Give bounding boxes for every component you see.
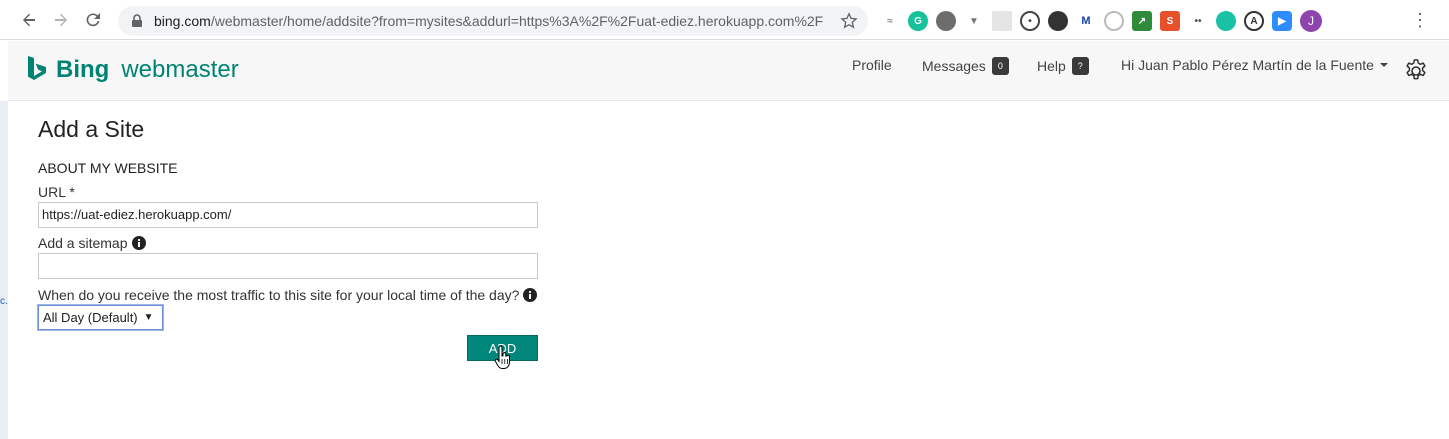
logo-brand-text: Bing: [56, 56, 110, 83]
extension-icon[interactable]: S: [1160, 11, 1180, 31]
help-badge: ?: [1071, 57, 1089, 75]
extension-icon[interactable]: ≈: [880, 11, 900, 31]
extension-icon[interactable]: [936, 11, 956, 31]
nav-help-label: Help: [1037, 58, 1066, 74]
zoom-icon[interactable]: ▶: [1272, 11, 1292, 31]
lock-icon: [132, 14, 142, 27]
browser-toolbar: bing.com/webmaster/home/addsite?from=mys…: [0, 0, 1449, 40]
logo-product-text: webmaster: [121, 56, 239, 83]
extension-icon[interactable]: ▼: [964, 11, 984, 31]
extension-icon[interactable]: [1104, 11, 1124, 31]
hand-cursor-icon: [494, 345, 510, 369]
sitemap-label: Add a sitemap: [38, 235, 146, 251]
arrow-left-icon: [23, 13, 35, 26]
left-window-edge: [0, 101, 8, 439]
grammarly-icon[interactable]: G: [908, 11, 928, 31]
url-input[interactable]: https://uat-ediez.herokuapp.com/: [38, 202, 538, 228]
url-label: URL *: [38, 184, 75, 200]
section-heading: ABOUT MY WEBSITE: [38, 160, 178, 176]
gear-icon[interactable]: [1403, 58, 1429, 84]
bing-logo-icon: [28, 56, 46, 80]
profile-avatar[interactable]: J: [1300, 10, 1322, 32]
forward-button[interactable]: [46, 5, 76, 35]
main-content: Add a Site: [38, 116, 558, 143]
extension-icon[interactable]: [1216, 11, 1236, 31]
reload-button[interactable]: [78, 5, 108, 35]
extension-icon[interactable]: M: [1076, 11, 1096, 31]
url-text: bing.com/webmaster/home/addsite?from=mys…: [154, 13, 824, 29]
user-greeting: Hi Juan Pablo Pérez Martín de la Fuente: [1121, 57, 1374, 73]
nav-profile-link[interactable]: Profile: [852, 57, 892, 73]
info-icon[interactable]: [131, 236, 146, 250]
sitemap-input[interactable]: [38, 253, 538, 279]
extension-icon[interactable]: [992, 11, 1012, 31]
page-title: Add a Site: [38, 116, 145, 142]
nav-messages-label: Messages: [922, 58, 986, 74]
dropdown-arrow-icon: ▼: [143, 312, 154, 323]
nav-profile-label: Profile: [852, 57, 892, 73]
messages-count-badge: 0: [991, 57, 1009, 75]
extensions-bar: ≈ G ▼ • M ↗ S •• A ▶ J: [880, 8, 1322, 34]
info-icon[interactable]: [523, 288, 538, 302]
site-header: Bing webmaster Profile Messages 0 Help ?…: [8, 41, 1449, 101]
traffic-time-select[interactable]: All Day (Default) ▼: [38, 305, 163, 330]
browser-menu-icon[interactable]: ⋮: [1410, 10, 1430, 32]
dark-mode-icon[interactable]: [1048, 11, 1068, 31]
url-label-text: URL *: [38, 184, 75, 200]
extension-icon[interactable]: ↗: [1132, 11, 1152, 31]
nav-help-link[interactable]: Help ?: [1037, 57, 1089, 75]
traffic-label-text: When do you receive the most traffic to …: [38, 287, 520, 303]
left-edge-glyph: c.: [0, 296, 8, 307]
address-bar[interactable]: bing.com/webmaster/home/addsite?from=mys…: [118, 6, 868, 36]
traffic-label: When do you receive the most traffic to …: [38, 287, 538, 303]
arrow-right-icon: [55, 13, 67, 26]
bing-webmaster-logo[interactable]: Bing webmaster: [26, 55, 239, 85]
extension-icon[interactable]: A: [1244, 11, 1264, 31]
traffic-selected-value: All Day (Default): [43, 310, 138, 325]
chevron-down-icon: [1379, 63, 1388, 67]
nav-messages-link[interactable]: Messages 0: [922, 57, 1009, 75]
back-button[interactable]: [14, 5, 44, 35]
extension-icon[interactable]: ••: [1188, 11, 1208, 31]
user-menu[interactable]: Hi Juan Pablo Pérez Martín de la Fuente: [1121, 57, 1388, 73]
reload-icon: [86, 12, 100, 26]
sitemap-label-text: Add a sitemap: [38, 235, 128, 251]
extension-icon[interactable]: •: [1020, 11, 1040, 31]
bookmark-star-icon[interactable]: [840, 12, 858, 30]
